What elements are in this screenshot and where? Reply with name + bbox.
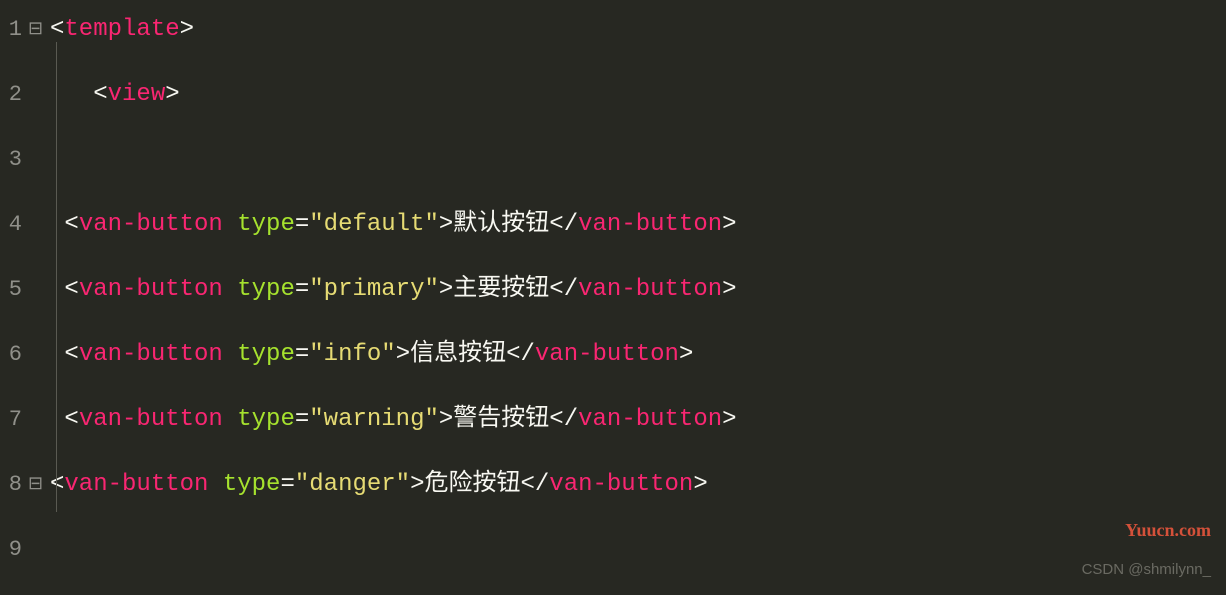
token-tag-name: van-button [79,270,223,310]
token-bracket: < [64,205,78,245]
token-bracket: > [679,335,693,375]
token-tag-name: van-button [578,205,722,245]
code-editor[interactable]: 1⊟2345678⊟9 <template> <view> <van-butto… [0,0,1226,586]
fold-guide-line [56,42,57,512]
token-bracket: </ [506,335,535,375]
line-number: 3 [0,140,42,205]
token-bracket: < [64,335,78,375]
token-tag-name: van-button [549,465,693,505]
token-bracket: < [50,465,64,505]
token-attr-name: type [237,205,295,245]
token-bracket: > [165,75,179,115]
token-attr-eq: = [280,465,294,505]
token-bracket: < [50,10,64,50]
watermark-author: CSDN @shmilynn_ [1082,561,1211,578]
token-text-content: 警告按钮 [453,400,549,440]
token-bracket: < [93,75,107,115]
token-text-content: 信息按钮 [410,335,506,375]
token-tag-name: van-button [578,270,722,310]
token-tag-name: van-button [535,335,679,375]
token-bracket: > [439,400,453,440]
token-bracket: </ [520,465,549,505]
line-number: 7 [0,400,42,465]
token-attr-name: type [237,400,295,440]
code-line[interactable]: <template> [50,10,1226,75]
token-tag-name: van-button [79,205,223,245]
token-attr-eq: = [295,205,309,245]
fold-marker-icon[interactable]: ⊟ [28,10,42,50]
code-line[interactable]: <van-button type="info">信息按钮</van-button… [50,335,1226,400]
code-line[interactable]: <van-button type="default">默认按钮</van-but… [50,205,1226,270]
token-text-content: 主要按钮 [453,270,549,310]
token-string: "default" [309,205,439,245]
token-bracket: </ [549,270,578,310]
code-line[interactable]: <van-button type="danger">危险按钮</van-butt… [50,465,1226,530]
code-content[interactable]: <template> <view> <van-button type="defa… [50,0,1226,586]
code-line[interactable]: <van-button type="warning">警告按钮</van-but… [50,400,1226,465]
token-attr-name: type [237,335,295,375]
token-attr-eq: = [295,400,309,440]
token-text-content: 危险按钮 [424,465,520,505]
token-string: "danger" [295,465,410,505]
line-gutter: 1⊟2345678⊟9 [0,0,50,586]
token-tag-name: van-button [79,400,223,440]
line-number: 4 [0,205,42,270]
token-bracket: > [722,205,736,245]
token-attr-name: type [223,465,281,505]
token-string: "info" [309,335,395,375]
token-bracket: </ [549,400,578,440]
token-tag-name: van-button [64,465,208,505]
code-line[interactable] [50,530,1226,595]
code-line[interactable] [50,140,1226,205]
token-bracket [223,400,237,440]
watermark-site: Yuucn.com [1125,520,1211,541]
token-bracket [208,465,222,505]
token-bracket: > [722,400,736,440]
token-bracket [223,270,237,310]
token-bracket [223,335,237,375]
token-bracket: > [396,335,410,375]
line-number: 5 [0,270,42,335]
code-line[interactable]: <van-button type="primary">主要按钮</van-but… [50,270,1226,335]
fold-marker-icon[interactable]: ⊟ [28,465,42,505]
line-number: 1⊟ [0,10,42,75]
token-bracket: > [410,465,424,505]
token-attr-eq: = [295,270,309,310]
token-bracket [223,205,237,245]
line-number: 2 [0,75,42,140]
token-bracket: < [64,270,78,310]
token-string: "primary" [309,270,439,310]
token-bracket: > [439,205,453,245]
token-tag-name: template [64,10,179,50]
line-number: 9 [0,530,42,595]
token-string: "warning" [309,400,439,440]
token-bracket: < [64,400,78,440]
token-bracket: </ [549,205,578,245]
token-attr-name: type [237,270,295,310]
token-text-content: 默认按钮 [453,205,549,245]
token-bracket: > [693,465,707,505]
line-number: 8⊟ [0,465,42,530]
token-bracket: > [180,10,194,50]
token-attr-eq: = [295,335,309,375]
token-bracket: > [439,270,453,310]
token-tag-name: van-button [578,400,722,440]
line-number: 6 [0,335,42,400]
token-tag-name: van-button [79,335,223,375]
token-bracket: > [722,270,736,310]
code-line[interactable]: <view> [50,75,1226,140]
token-tag-name: view [108,75,166,115]
